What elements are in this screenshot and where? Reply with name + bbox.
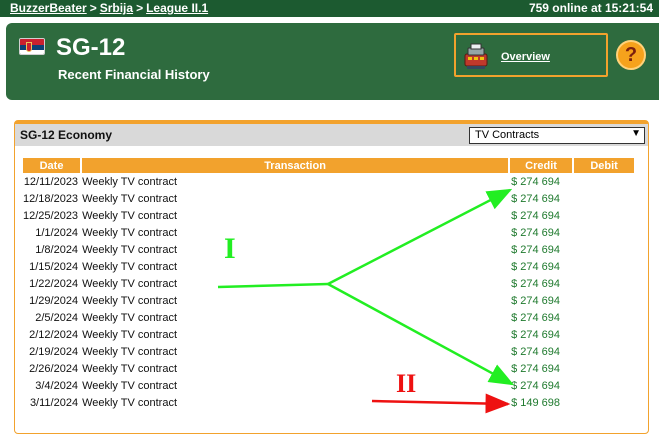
cell-transaction: Weekly TV contract — [82, 362, 178, 375]
breadcrumb-buzzerbeater-link[interactable]: BuzzerBeater — [10, 1, 87, 15]
cell-debit — [573, 207, 635, 224]
cell-credit: $ 274 694 — [511, 362, 560, 375]
cell-date: 2/26/2024 — [29, 362, 79, 375]
cell-debit — [573, 275, 635, 292]
cell-transaction: Weekly TV contract — [82, 277, 178, 290]
cell-date: 2/19/2024 — [29, 345, 79, 358]
cell-credit: $ 149 698 — [511, 396, 560, 409]
online-status: 759 online at 15:21:54 — [528, 1, 653, 15]
cell-date: 12/11/2023 — [23, 175, 79, 188]
table-row: 1/22/2024 Weekly TV contract $ 274 694 — [23, 275, 635, 292]
cell-debit — [573, 309, 635, 326]
cell-credit: $ 274 694 — [511, 277, 560, 290]
table-row: 2/5/2024 Weekly TV contract $ 274 694 — [23, 309, 635, 326]
cell-credit: $ 274 694 — [511, 260, 560, 273]
transaction-type-select-value: TV Contracts — [475, 129, 540, 141]
cell-debit — [573, 190, 635, 207]
cell-date: 1/29/2024 — [29, 294, 79, 307]
cell-date: 1/22/2024 — [29, 277, 79, 290]
cell-credit: $ 274 694 — [511, 345, 560, 358]
page-header: SG-12 Recent Financial History Overview … — [6, 23, 659, 100]
page-title: SG-12 — [56, 34, 126, 61]
cell-date: 1/1/2024 — [35, 226, 79, 239]
cell-debit — [573, 241, 635, 258]
cell-transaction: Weekly TV contract — [82, 209, 178, 222]
cell-debit — [573, 292, 635, 309]
cell-transaction: Weekly TV contract — [82, 192, 178, 205]
chevron-down-icon: ▼ — [631, 128, 641, 139]
cell-debit — [573, 258, 635, 275]
table-row: 1/15/2024 Weekly TV contract $ 274 694 — [23, 258, 635, 275]
table-row: 12/25/2023 Weekly TV contract $ 274 694 — [23, 207, 635, 224]
cell-transaction: Weekly TV contract — [82, 379, 178, 392]
cell-debit — [573, 377, 635, 394]
cell-transaction: Weekly TV contract — [82, 260, 178, 273]
cell-transaction: Weekly TV contract — [82, 243, 178, 256]
economy-panel-header: SG-12 Economy TV Contracts ▼ — [15, 124, 648, 146]
cell-debit — [573, 360, 635, 377]
cell-credit: $ 274 694 — [511, 379, 560, 392]
serbia-flag-icon — [19, 38, 45, 55]
cell-debit — [573, 343, 635, 360]
table-row: 1/1/2024 Weekly TV contract $ 274 694 — [23, 224, 635, 241]
cell-transaction: Weekly TV contract — [82, 294, 178, 307]
table-row: 3/11/2024 Weekly TV contract $ 149 698 — [23, 394, 635, 411]
cell-credit: $ 274 694 — [511, 226, 560, 239]
cell-date: 12/25/2023 — [23, 209, 79, 222]
table-row: 12/11/2023 Weekly TV contract $ 274 694 — [23, 173, 635, 190]
cell-credit: $ 274 694 — [511, 243, 560, 256]
cell-debit — [573, 173, 635, 190]
table-row: 2/12/2024 Weekly TV contract $ 274 694 — [23, 326, 635, 343]
table-row: 2/26/2024 Weekly TV contract $ 274 694 — [23, 360, 635, 377]
table-row: 1/29/2024 Weekly TV contract $ 274 694 — [23, 292, 635, 309]
cell-transaction: Weekly TV contract — [82, 226, 178, 239]
economy-panel-title: SG-12 Economy — [20, 128, 113, 142]
cell-transaction: Weekly TV contract — [82, 345, 178, 358]
overview-link[interactable]: Overview — [501, 51, 550, 63]
table-row: 1/8/2024 Weekly TV contract $ 274 694 — [23, 241, 635, 258]
table-header-row: Date Transaction Credit Debit — [23, 158, 637, 173]
cell-debit — [573, 224, 635, 241]
overview-box[interactable]: Overview — [454, 33, 608, 77]
cell-date: 2/12/2024 — [29, 328, 79, 341]
cell-credit: $ 274 694 — [511, 328, 560, 341]
page-subtitle: Recent Financial History — [58, 67, 210, 82]
cell-date: 1/8/2024 — [35, 243, 79, 256]
cell-date: 12/18/2023 — [23, 192, 79, 205]
cell-debit — [573, 394, 635, 411]
transactions-table: Date Transaction Credit Debit 12/11/2023… — [23, 158, 637, 411]
cell-transaction: Weekly TV contract — [82, 328, 178, 341]
cell-date: 3/11/2024 — [29, 396, 79, 409]
breadcrumb-separator: > — [89, 1, 97, 15]
table-row: 12/18/2023 Weekly TV contract $ 274 694 — [23, 190, 635, 207]
cell-transaction: Weekly TV contract — [82, 175, 178, 188]
column-header-date: Date — [23, 158, 83, 173]
cell-credit: $ 274 694 — [511, 175, 560, 188]
cell-transaction: Weekly TV contract — [82, 311, 178, 324]
cell-credit: $ 274 694 — [511, 192, 560, 205]
column-header-credit: Credit — [509, 158, 575, 173]
cell-debit — [573, 326, 635, 343]
breadcrumb-separator: > — [136, 1, 144, 15]
breadcrumb-league-link[interactable]: League II.1 — [146, 1, 208, 15]
breadcrumb: BuzzerBeater > Srbija > League II.1 — [10, 1, 208, 15]
cell-date: 3/4/2024 — [35, 379, 79, 392]
cell-credit: $ 274 694 — [511, 311, 560, 324]
cell-credit: $ 274 694 — [511, 294, 560, 307]
table-row: 3/4/2024 Weekly TV contract $ 274 694 — [23, 377, 635, 394]
transaction-type-select[interactable]: TV Contracts ▼ — [469, 127, 645, 144]
cell-date: 2/5/2024 — [35, 311, 79, 324]
cell-credit: $ 274 694 — [511, 209, 560, 222]
breadcrumb-country-link[interactable]: Srbija — [100, 1, 133, 15]
cash-register-icon — [464, 43, 488, 69]
help-button[interactable]: ? — [616, 40, 646, 70]
cell-date: 1/15/2024 — [29, 260, 79, 273]
table-row: 2/19/2024 Weekly TV contract $ 274 694 — [23, 343, 635, 360]
top-bar: BuzzerBeater > Srbija > League II.1 759 onli… — [0, 0, 659, 17]
column-header-transaction: Transaction — [81, 158, 511, 173]
cell-transaction: Weekly TV contract — [82, 396, 178, 409]
column-header-debit: Debit — [573, 158, 637, 173]
